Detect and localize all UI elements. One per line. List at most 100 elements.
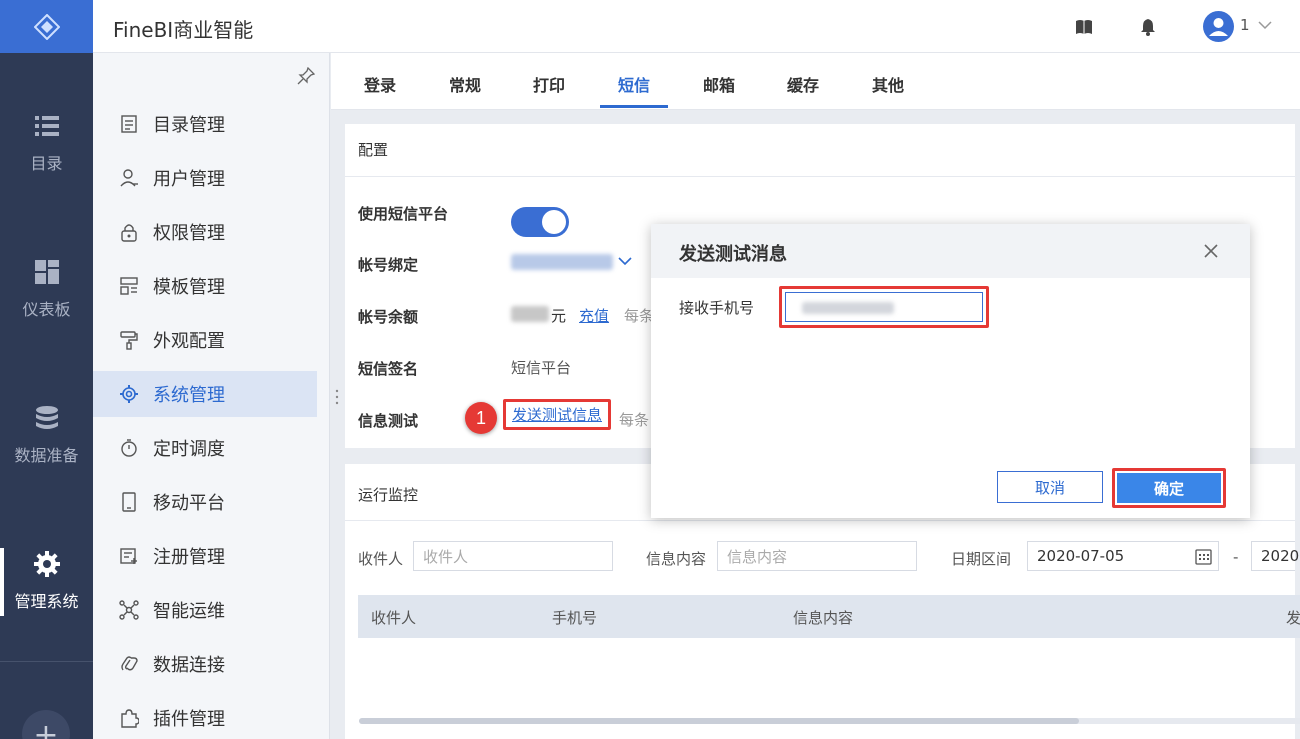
menu-item-connections[interactable]: 数据连接 <box>93 641 317 687</box>
menu-item-catalog[interactable]: 目录管理 <box>93 101 317 147</box>
step-badge-1: 1 <box>465 402 497 434</box>
admin-menu: 目录管理 用户管理 权限管理 模板管理 外观配置 系统管理 定时调度 移动平台 … <box>93 53 330 739</box>
menu-label-users: 用户管理 <box>153 169 225 190</box>
notification-bell-icon[interactable] <box>1138 17 1158 37</box>
date-end-input[interactable]: 2020 <box>1251 541 1299 571</box>
test-label: 信息测试 <box>358 412 419 430</box>
resize-handle-icon[interactable] <box>334 388 340 406</box>
database-icon <box>35 406 58 429</box>
menu-label-appearance: 外观配置 <box>153 331 225 352</box>
mobile-icon <box>122 492 136 512</box>
menu-item-register[interactable]: 注册管理 <box>93 533 317 579</box>
cancel-button[interactable]: 取消 <box>997 471 1103 503</box>
menu-item-schedule[interactable]: 定时调度 <box>93 425 317 471</box>
app-logo[interactable] <box>0 0 93 53</box>
menu-item-templates[interactable]: 模板管理 <box>93 263 317 309</box>
menu-item-appearance[interactable]: 外观配置 <box>93 317 317 363</box>
recipient-filter-input[interactable]: 收件人 <box>413 541 613 571</box>
column-send-time: 发 <box>1286 609 1300 627</box>
list-icon <box>34 116 59 136</box>
rail-item-dashboard[interactable]: 仪表板 <box>0 258 93 320</box>
phone-label: 接收手机号 <box>679 299 755 317</box>
menu-label-mobile: 移动平台 <box>153 493 225 514</box>
tab-print[interactable]: 打印 <box>533 72 565 96</box>
card-divider <box>345 520 1295 521</box>
menu-item-permissions[interactable]: 权限管理 <box>93 209 317 255</box>
rail-item-data-prep[interactable]: 数据准备 <box>0 404 93 466</box>
tab-cache[interactable]: 缓存 <box>787 72 819 96</box>
tab-email[interactable]: 邮箱 <box>703 72 735 96</box>
balance-value-redacted <box>511 306 549 322</box>
paint-roller-icon <box>120 331 138 350</box>
catalog-icon <box>121 115 137 133</box>
account-bind-label: 帐号绑定 <box>358 256 419 274</box>
dashboard-icon <box>34 260 59 284</box>
rail-divider <box>0 661 93 662</box>
menu-item-ops[interactable]: 智能运维 <box>93 587 317 633</box>
app-title: FineBI商业智能 <box>113 18 254 42</box>
chevron-down-icon[interactable] <box>617 254 633 268</box>
rail-label-data-prep: 数据准备 <box>14 446 79 465</box>
date-end-value: 2020 <box>1261 547 1300 565</box>
rail-label-admin: 管理系统 <box>14 592 79 611</box>
stopwatch-icon <box>121 439 137 457</box>
plus-icon: + <box>33 718 59 739</box>
tab-other[interactable]: 其他 <box>872 72 904 96</box>
date-start-input[interactable]: 2020-07-05 <box>1027 541 1219 571</box>
menu-label-plugins: 插件管理 <box>153 709 225 730</box>
gear-icon <box>33 551 60 577</box>
menu-item-system[interactable]: 系统管理 <box>93 371 317 417</box>
ok-button[interactable]: 确定 <box>1117 473 1221 503</box>
log-table-header: 收件人 手机号 信息内容 发 <box>358 595 1300 638</box>
menu-label-system: 系统管理 <box>153 385 225 406</box>
rail-label-dashboard: 仪表板 <box>22 300 71 319</box>
left-rail: 目录 仪表板 数据准备 管理系统 + <box>0 0 93 739</box>
register-icon <box>120 548 137 564</box>
add-button[interactable]: + <box>22 710 70 739</box>
monitor-title: 运行监控 <box>358 486 419 504</box>
rail-item-catalog[interactable]: 目录 <box>0 112 93 174</box>
phone-input[interactable] <box>785 292 983 322</box>
chevron-down-icon[interactable] <box>1257 19 1273 31</box>
menu-item-users[interactable]: 用户管理 <box>93 155 317 201</box>
active-tab-indicator <box>600 105 668 108</box>
tab-login[interactable]: 登录 <box>364 72 396 96</box>
column-phone: 手机号 <box>552 609 598 627</box>
menu-label-connections: 数据连接 <box>153 655 225 676</box>
recharge-link[interactable]: 充值 <box>579 305 609 326</box>
menu-label-schedule: 定时调度 <box>153 439 225 460</box>
user-avatar[interactable] <box>1203 11 1234 42</box>
date-range-label: 日期区间 <box>951 550 1012 568</box>
tab-sms[interactable]: 短信 <box>618 72 650 96</box>
help-book-icon[interactable] <box>1074 17 1094 37</box>
user-icon <box>120 169 138 187</box>
calendar-icon[interactable] <box>1195 548 1212 565</box>
dialog-title: 发送测试消息 <box>679 244 787 265</box>
date-separator: - <box>1233 548 1239 566</box>
user-name[interactable]: 1 <box>1240 16 1250 34</box>
phone-field-highlight <box>779 286 989 328</box>
pin-icon[interactable] <box>297 67 315 85</box>
logo-icon <box>33 13 60 40</box>
use-platform-label: 使用短信平台 <box>358 205 449 223</box>
menu-item-plugins[interactable]: 插件管理 <box>93 695 317 739</box>
balance-label: 帐号余额 <box>358 308 419 326</box>
signature-label: 短信签名 <box>358 360 419 378</box>
close-icon[interactable] <box>1202 242 1220 260</box>
phone-value-redacted <box>802 302 894 314</box>
link-icon <box>121 656 138 671</box>
send-test-dialog: 发送测试消息 接收手机号 取消 确定 <box>651 224 1250 518</box>
content-filter-label: 信息内容 <box>646 550 707 568</box>
send-test-link[interactable]: 发送测试信息 <box>503 399 611 430</box>
card-divider <box>345 176 1295 177</box>
horizontal-scrollbar[interactable] <box>359 718 1300 724</box>
menu-item-mobile[interactable]: 移动平台 <box>93 479 317 525</box>
lock-icon <box>121 224 137 242</box>
sms-platform-toggle[interactable] <box>511 207 569 237</box>
tab-general[interactable]: 常规 <box>449 72 481 96</box>
puzzle-icon <box>121 709 139 728</box>
user-avatar-icon <box>1209 18 1228 36</box>
rail-item-admin[interactable]: 管理系统 <box>0 548 93 616</box>
content-filter-input[interactable]: 信息内容 <box>717 541 917 571</box>
scrollbar-thumb[interactable] <box>359 718 1079 724</box>
